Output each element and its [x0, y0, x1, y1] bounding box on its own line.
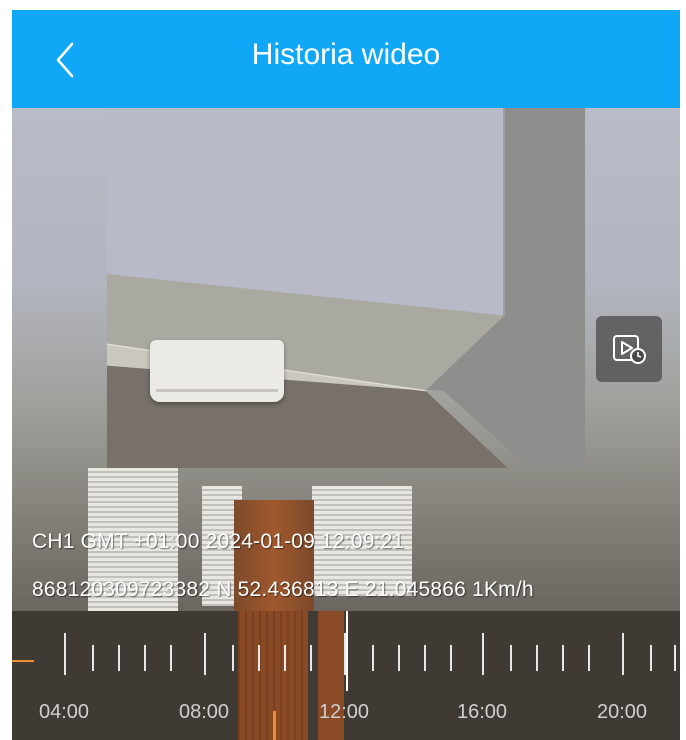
- playback-button[interactable]: [596, 316, 662, 382]
- tick-minor: [118, 645, 120, 671]
- osd-timestamp: CH1 GMT +01:00 2024-01-09 12:09:21: [32, 530, 405, 553]
- time-label: 12:00: [318, 701, 370, 723]
- tick-minor: [398, 645, 400, 671]
- playback-clock-icon: [613, 335, 646, 364]
- tick-minor: [536, 645, 538, 671]
- current-time-marker[interactable]: [273, 711, 276, 740]
- tick-minor: [562, 645, 564, 671]
- tick-major: [622, 633, 624, 675]
- time-label: 04:00: [38, 701, 90, 723]
- tick-major: [482, 633, 484, 675]
- page-title: Historia wideo: [251, 38, 441, 71]
- ceiling-scene: [106, 108, 586, 468]
- tick-minor: [258, 645, 260, 671]
- tick-minor: [232, 645, 234, 671]
- osd-gps: 868120309723382 N 52.436813 E 21.045866 …: [32, 578, 534, 601]
- tick-minor: [310, 645, 312, 671]
- tick-minor: [284, 645, 286, 671]
- tick-minor: [170, 645, 172, 671]
- tick-minor: [510, 645, 512, 671]
- tick-minor: [424, 645, 426, 671]
- tick-minor: [588, 645, 590, 671]
- video-player[interactable]: CH1 GMT +01:00 2024-01-09 12:09:21 86812…: [12, 108, 680, 611]
- timeline-bar[interactable]: 04:00 08:00 12:00 16:00 20:00: [12, 611, 680, 740]
- tick-minor: [674, 645, 676, 671]
- tick-minor: [144, 645, 146, 671]
- tick-minor: [92, 645, 94, 671]
- tick-minor: [650, 645, 652, 671]
- tick-major: [204, 633, 206, 675]
- tick-minor: [450, 645, 452, 671]
- time-label: 08:00: [178, 701, 230, 723]
- playhead-line[interactable]: [346, 611, 348, 691]
- timeline-left-marker: [12, 660, 34, 662]
- time-label: 16:00: [456, 701, 508, 723]
- app-header: Historia wideo: [12, 10, 680, 108]
- time-label: 20:00: [596, 701, 648, 723]
- tick-major: [64, 633, 66, 675]
- tick-minor: [372, 645, 374, 671]
- air-conditioner: [150, 340, 284, 402]
